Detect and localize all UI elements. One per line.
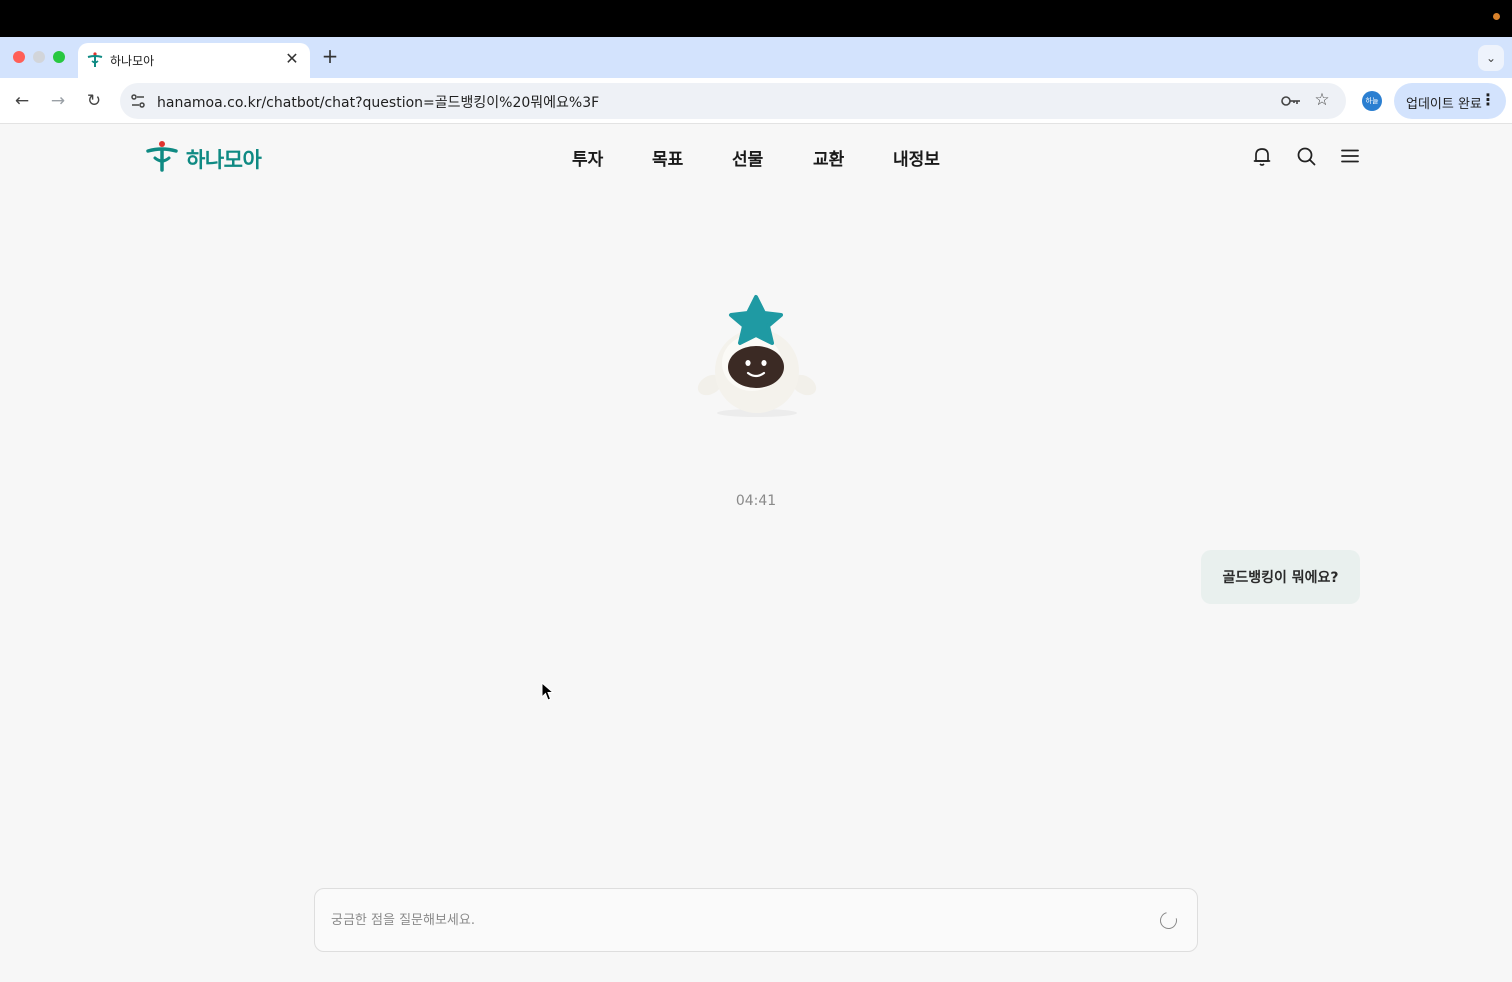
nav-item-my-info[interactable]: 내정보 [893, 145, 940, 170]
address-bar[interactable]: hanamoa.co.kr/chatbot/chat?question=골드뱅킹… [120, 83, 1346, 119]
bell-icon[interactable] [1251, 145, 1273, 167]
logo-text: 하나모아 [186, 148, 262, 172]
chatbot-mascot-illustration [697, 295, 817, 417]
minimize-window-button[interactable] [33, 51, 45, 63]
profile-avatar[interactable]: 하늘 [1362, 91, 1382, 111]
mouse-pointer-icon [541, 682, 555, 701]
new-tab-button[interactable]: + [318, 45, 342, 69]
system-menu-bar [0, 0, 1512, 37]
nav-item-gift[interactable]: 선물 [732, 145, 763, 170]
user-message-bubble: 골드뱅킹이 뭐에요? [1201, 550, 1360, 604]
page-content: 하나모아 투자 목표 선물 교환 내정보 04:41 골드뱅킹이 뭐에요? 궁금… [0, 125, 1512, 982]
nav-item-exchange[interactable]: 교환 [813, 145, 844, 170]
chat-input-box [314, 888, 1198, 952]
update-button-label: 업데이트 완료 [1406, 97, 1482, 112]
more-menu-icon: ⋮ [1480, 90, 1496, 109]
nav-item-goal[interactable]: 목표 [652, 145, 683, 170]
tab-search-chevron-icon[interactable]: ⌄ [1478, 45, 1504, 71]
search-icon[interactable] [1295, 145, 1317, 167]
user-message-text: 골드뱅킹이 뭐에요? [1222, 570, 1339, 586]
browser-window: 하나모아 ✕ + ⌄ ← → ↻ hanamoa.co.kr/chatbot/c… [0, 37, 1512, 982]
update-button[interactable]: 업데이트 완료 ⋮ [1394, 83, 1506, 119]
active-tab[interactable]: 하나모아 ✕ [78, 43, 310, 78]
chat-question-input[interactable] [331, 909, 1131, 931]
hana-logo-icon [146, 141, 178, 172]
recording-indicator [1493, 13, 1500, 20]
close-window-button[interactable] [13, 51, 25, 63]
hana-favicon-icon [87, 52, 103, 67]
tab-strip: 하나모아 ✕ + ⌄ [0, 37, 1512, 78]
tab-close-icon[interactable]: ✕ [282, 49, 302, 69]
browser-toolbar: ← → ↻ hanamoa.co.kr/chatbot/chat?questio… [0, 78, 1512, 124]
url-text: hanamoa.co.kr/chatbot/chat?question=골드뱅킹… [157, 95, 600, 111]
loading-spinner-icon [1156, 908, 1181, 933]
menu-icon[interactable] [1339, 145, 1361, 167]
bookmark-star-icon[interactable]: ☆ [1312, 90, 1332, 110]
chat-timestamp: 04:41 [735, 493, 777, 509]
forward-arrow-icon[interactable]: → [45, 88, 71, 114]
site-info-icon[interactable] [128, 91, 148, 111]
password-key-icon[interactable] [1280, 91, 1302, 111]
nav-item-invest[interactable]: 투자 [572, 145, 603, 170]
tab-title: 하나모아 [110, 54, 155, 68]
reload-icon[interactable]: ↻ [81, 88, 107, 114]
maximize-window-button[interactable] [53, 51, 65, 63]
back-arrow-icon[interactable]: ← [9, 88, 35, 114]
